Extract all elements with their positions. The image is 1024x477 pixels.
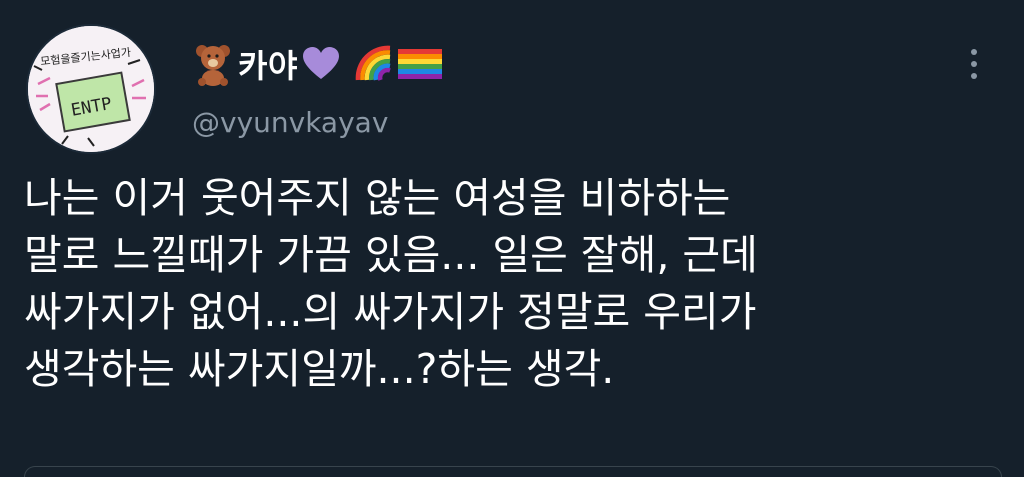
tweet-text-line: 나는 이거 웃어주지 않는 여성을 비하하는 <box>24 174 731 222</box>
author-name-row[interactable]: 카야 <box>194 34 442 94</box>
avatar[interactable]: ENTP 모험을즐기는사업가 <box>26 24 156 154</box>
tweet-text-line: 생각하는 싸가지일까...?하는 생각. <box>24 345 615 393</box>
bear-icon <box>196 45 230 86</box>
more-vertical-icon <box>971 49 977 79</box>
quoted-card-edge <box>24 466 1002 477</box>
tweet: ENTP 모험을즐기는사업가 카야 @vyunvkayav 나는 이거 웃어주지… <box>0 0 1024 477</box>
tweet-text: 나는 이거 웃어주지 않는 여성을 비하하는 말로 느낄때가 가끔 있음... … <box>24 170 1004 398</box>
pride-flag-icon <box>397 49 442 79</box>
author-handle[interactable]: @vyunvkayav <box>192 106 388 139</box>
avatar-image: ENTP 모험을즐기는사업가 <box>28 26 154 152</box>
more-options-button[interactable] <box>960 44 988 84</box>
purple-heart-icon <box>302 47 339 79</box>
tweet-text-line: 말로 느낄때가 가끔 있음... 일은 잘해, 근데 <box>24 231 758 279</box>
tweet-text-line: 싸가지가 없어...의 싸가지가 정말로 우리가 <box>24 288 757 336</box>
rainbow-icon <box>355 45 391 81</box>
display-name[interactable]: 카야 <box>238 41 298 87</box>
